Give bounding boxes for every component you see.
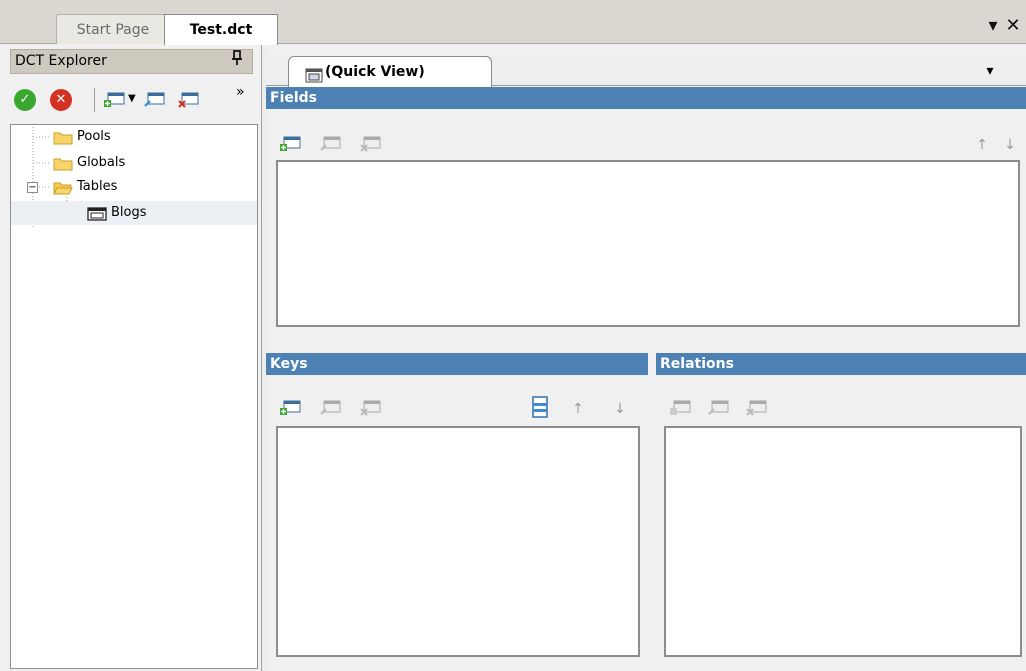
move-field-up-icon[interactable]: ↑: [974, 136, 990, 154]
toolbar-overflow-icon[interactable]: »: [236, 84, 245, 100]
tab-start-page[interactable]: Start Page: [56, 14, 170, 45]
table-icon: [87, 206, 107, 221]
tree-item-label: Pools: [77, 129, 111, 144]
edit-field-icon[interactable]: [320, 136, 342, 152]
tree-item-label: Globals: [77, 155, 126, 170]
fields-list[interactable]: [276, 160, 1020, 327]
edit-relation-icon[interactable]: [708, 400, 730, 416]
pin-icon[interactable]: [230, 50, 244, 72]
tree-item-tables[interactable]: − Tables: [11, 175, 257, 199]
cancel-button[interactable]: ✕: [50, 89, 72, 111]
quick-view-label: (Quick View): [325, 64, 425, 80]
dct-explorer-pane: DCT Explorer ✓ ✕ ▼ » Pools Globals − Tab…: [0, 44, 262, 671]
quick-view-panel: (Quick View) ▾ Fields ↑ ↓ Keys ↑ ↓ Relat…: [266, 44, 1026, 671]
folder-icon: [53, 156, 73, 171]
relations-header: Relations: [656, 353, 1026, 375]
toolbar-separator: [94, 88, 95, 112]
add-field-icon[interactable]: [280, 136, 302, 152]
tab-test-dct[interactable]: Test.dct: [164, 14, 278, 45]
keys-list[interactable]: [276, 426, 640, 657]
accept-button[interactable]: ✓: [14, 89, 36, 111]
collapse-toggle-icon[interactable]: −: [27, 182, 38, 193]
tree-item-pools[interactable]: Pools: [11, 125, 257, 149]
delete-key-icon[interactable]: [360, 400, 382, 416]
tree-item-label: Blogs: [111, 205, 147, 220]
add-table-icon[interactable]: [104, 92, 126, 108]
fields-header: Fields: [266, 87, 1026, 109]
keys-header: Keys: [266, 353, 648, 375]
delete-relation-icon[interactable]: [746, 400, 768, 416]
delete-table-icon[interactable]: [178, 92, 200, 108]
explorer-header: DCT Explorer: [10, 49, 253, 74]
dct-tree: Pools Globals − Tables Blogs: [10, 124, 258, 669]
move-key-up-icon[interactable]: ↑: [570, 400, 586, 418]
folder-open-icon: [53, 180, 73, 195]
quick-view-dropdown-icon[interactable]: ▾: [978, 60, 1002, 82]
add-key-icon[interactable]: [280, 400, 302, 416]
tree-item-label: Tables: [77, 179, 118, 194]
delete-field-icon[interactable]: [360, 136, 382, 152]
close-document-icon[interactable]: ✕: [1003, 14, 1023, 38]
tree-item-blogs[interactable]: Blogs: [11, 201, 257, 225]
move-field-down-icon[interactable]: ↓: [1002, 136, 1018, 154]
tab-list-dropdown-icon[interactable]: ▾: [983, 14, 1003, 38]
relations-list[interactable]: [664, 426, 1022, 657]
explorer-title: DCT Explorer: [15, 53, 107, 69]
key-order-icon[interactable]: [532, 396, 548, 418]
folder-icon: [53, 130, 73, 145]
add-table-dropdown-icon[interactable]: ▼: [128, 92, 136, 106]
add-relation-icon[interactable]: [670, 400, 692, 416]
edit-key-icon[interactable]: [320, 400, 342, 416]
move-key-down-icon[interactable]: ↓: [612, 400, 628, 418]
edit-table-icon[interactable]: [144, 92, 166, 108]
tree-item-globals[interactable]: Globals: [11, 151, 257, 175]
explorer-toolbar: ✓ ✕ ▼ »: [10, 84, 253, 114]
tab-quick-view[interactable]: (Quick View): [288, 56, 492, 87]
